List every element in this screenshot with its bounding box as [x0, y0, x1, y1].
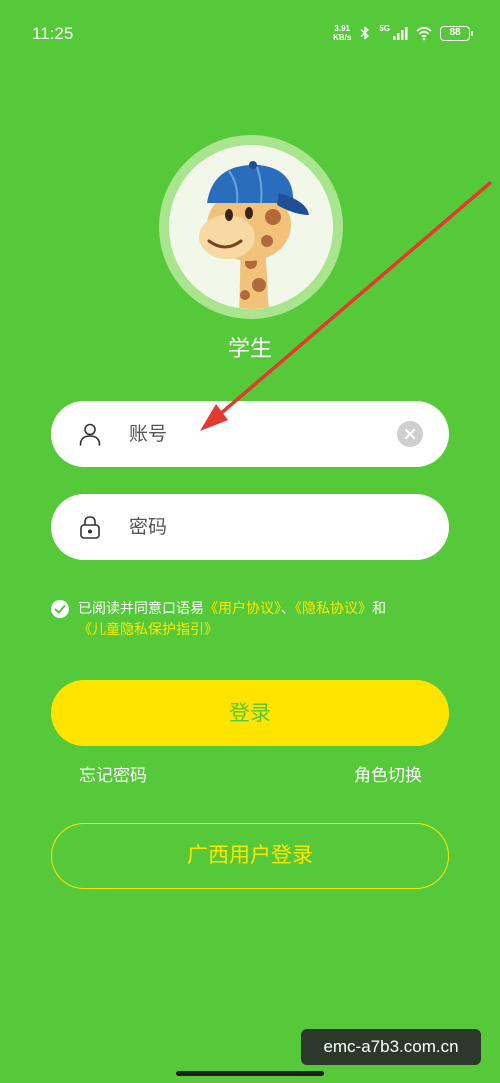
status-time: 11:25 — [32, 24, 74, 43]
bluetooth-icon — [360, 26, 370, 40]
status-icons: 3.91 KB/s 5G 88 — [333, 22, 473, 44]
network-type-label: 5G — [379, 24, 390, 33]
user-agreement-link[interactable]: 《用户协议》 — [204, 601, 281, 617]
cellular-signal-icon — [393, 27, 408, 40]
network-speed-value: 3.91 — [334, 24, 350, 33]
lock-icon — [80, 516, 100, 539]
giraffe-cap-avatar-icon — [169, 145, 333, 309]
password-field[interactable] — [51, 494, 449, 560]
guangxi-user-login-button[interactable]: 广西用户登录 — [51, 823, 449, 889]
clear-account-button[interactable] — [397, 421, 423, 447]
network-speed: 3.91 KB/s — [333, 24, 351, 42]
user-icon — [79, 423, 101, 446]
network-speed-unit: KB/s — [333, 33, 352, 42]
forgot-password-link[interactable]: 忘记密码 — [79, 761, 147, 786]
agreement-text: 已阅读并同意口语易《用户协议》、《隐私协议》和 — [51, 599, 451, 620]
check-icon — [54, 605, 66, 614]
agree-checkbox[interactable] — [51, 600, 69, 618]
login-button[interactable]: 登录 — [51, 680, 449, 746]
password-input[interactable] — [129, 508, 389, 546]
switch-role-link[interactable]: 角色切换 — [354, 761, 422, 786]
avatar-image — [169, 145, 333, 309]
avatar — [159, 135, 343, 319]
agreement-section: 已阅读并同意口语易《用户协议》、《隐私协议》和 《儿童隐私保护指引》 — [51, 599, 451, 641]
watermark: emc-a7b3.com.cn — [301, 1029, 481, 1065]
close-icon — [404, 428, 416, 440]
privacy-agreement-link[interactable]: 《隐私协议》 — [295, 601, 372, 617]
role-title: 学生 — [227, 337, 272, 362]
agreement-line-2: 《儿童隐私保护指引》 — [51, 620, 451, 641]
agreement-conjunction: 和 — [372, 601, 386, 617]
child-privacy-link[interactable]: 《儿童隐私保护指引》 — [78, 622, 218, 638]
account-input[interactable] — [129, 415, 389, 453]
agreement-prefix: 已阅读并同意口语易 — [78, 601, 204, 617]
agreement-separator: 、 — [281, 601, 295, 617]
status-bar: 11:25 3.91 KB/s 5G 88 — [0, 0, 500, 64]
battery-indicator: 88 — [440, 25, 473, 41]
home-indicator — [176, 1071, 324, 1076]
account-field[interactable] — [51, 401, 449, 467]
wifi-icon — [416, 26, 432, 41]
